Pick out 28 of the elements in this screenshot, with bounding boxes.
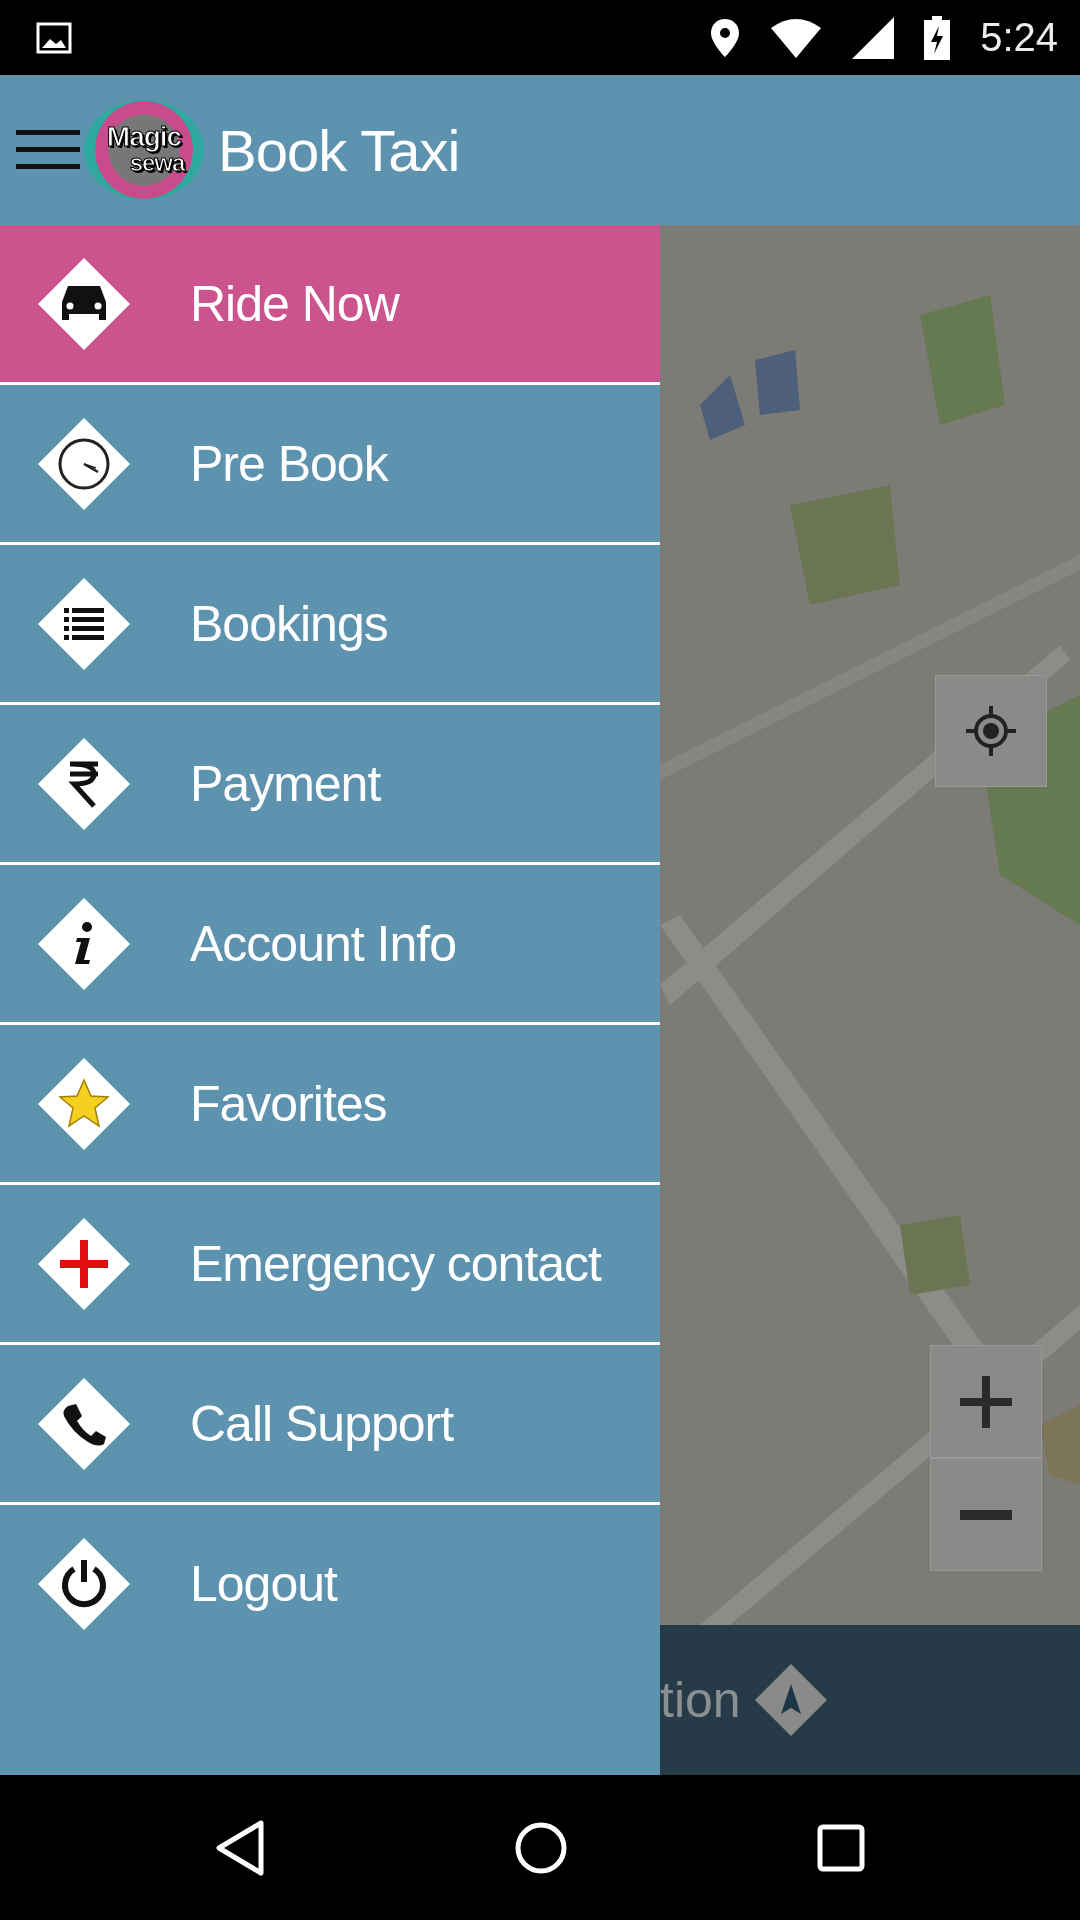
plus-icon — [36, 1215, 132, 1312]
rupee-icon — [36, 735, 132, 832]
zoom-in-button[interactable] — [930, 1345, 1042, 1458]
menu-item[interactable]: Ride Now — [0, 225, 660, 382]
image-icon — [36, 21, 72, 54]
screen-title: Book Taxi — [218, 116, 460, 184]
crosshair-icon — [965, 705, 1017, 757]
location-pin-icon — [710, 17, 741, 58]
zoom-out-button[interactable] — [930, 1458, 1042, 1571]
back-button[interactable] — [214, 1819, 265, 1876]
home-button[interactable] — [514, 1820, 568, 1875]
car-icon — [36, 255, 132, 352]
star-icon — [36, 1055, 132, 1152]
my-location-button[interactable] — [935, 675, 1047, 787]
signal-icon — [852, 16, 895, 59]
clock-icon — [36, 415, 132, 512]
bottom-bar-text: tion — [660, 1671, 741, 1729]
power-icon — [36, 1535, 132, 1632]
info-icon — [36, 895, 132, 992]
minus-icon — [960, 1509, 1012, 1520]
phone-icon — [36, 1375, 132, 1472]
recent-apps-button[interactable] — [817, 1823, 866, 1872]
menu-button[interactable] — [16, 128, 80, 172]
battery-charging-icon — [924, 15, 951, 60]
clock-time: 5:24 — [980, 15, 1058, 60]
list-icon — [36, 575, 132, 672]
plus-icon — [960, 1375, 1012, 1428]
wifi-icon — [770, 17, 823, 58]
